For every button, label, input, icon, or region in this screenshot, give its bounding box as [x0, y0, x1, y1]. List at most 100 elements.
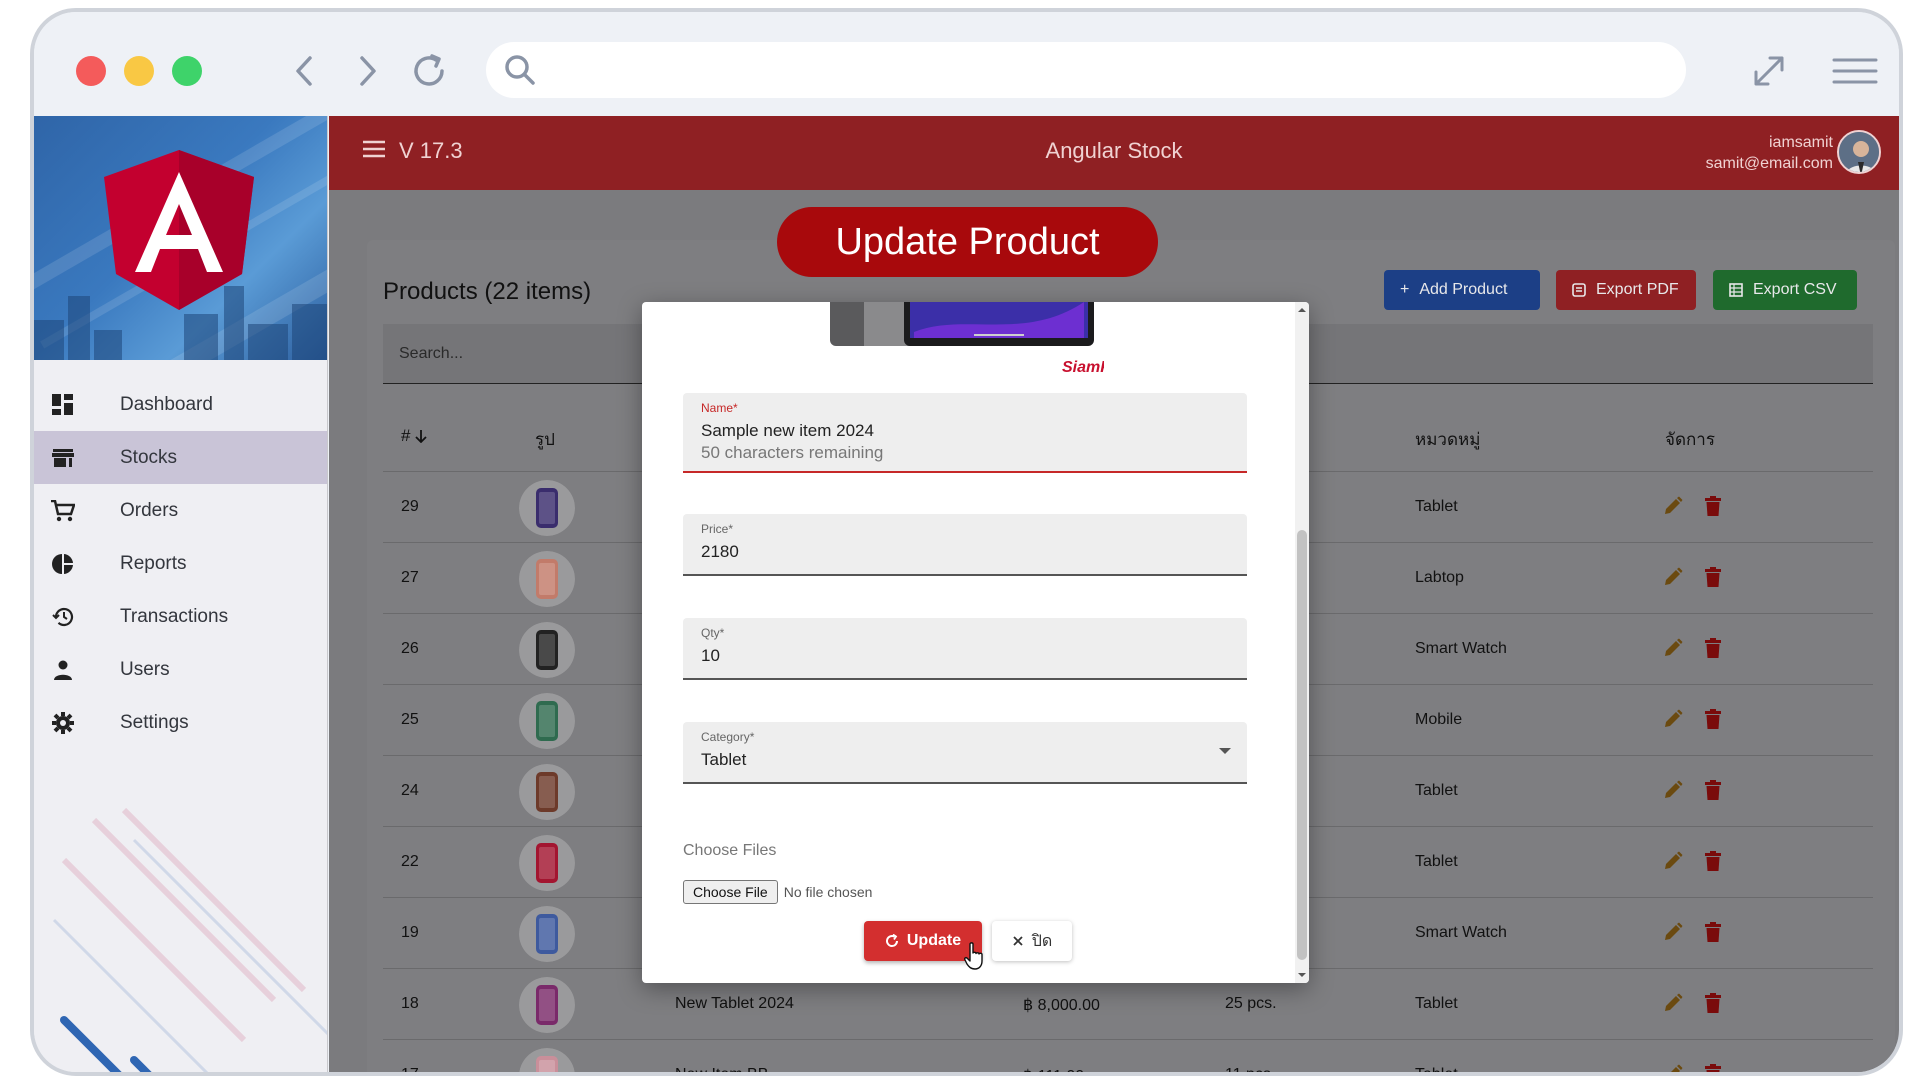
update-product-dialog: SiamPhone Name* Sample new item 2024 50 …	[642, 302, 1309, 983]
scroll-down-icon[interactable]	[1295, 969, 1309, 981]
sidebar-item-dashboard[interactable]: Dashboard	[34, 378, 327, 431]
avatar[interactable]	[1837, 130, 1881, 174]
row-id: 22	[401, 853, 419, 870]
product-thumbnail	[519, 1048, 575, 1072]
brand-logo-text: SiamPhone	[1062, 359, 1104, 376]
reload-icon[interactable]	[406, 48, 452, 94]
hand-cursor-icon	[964, 942, 983, 970]
price-label: Price*	[701, 522, 734, 536]
edit-icon[interactable]	[1663, 780, 1683, 805]
product-category: Mobile	[1415, 711, 1463, 728]
sidebar-item-label: Dashboard	[120, 393, 213, 415]
category-select[interactable]: Category* Tablet	[683, 722, 1247, 784]
minimize-window-button[interactable]	[124, 56, 154, 86]
row-id: 27	[401, 569, 419, 586]
price-field[interactable]: Price* 2180	[683, 514, 1247, 576]
product-name: New Tablet 2024	[675, 995, 794, 1012]
refresh-icon	[885, 934, 898, 947]
file-input: Choose File No file chosen	[683, 880, 872, 904]
update-product-title: Update Product	[777, 207, 1158, 277]
close-button[interactable]: ปิด	[992, 921, 1072, 961]
edit-icon[interactable]	[1663, 567, 1683, 592]
store-icon	[50, 445, 76, 471]
delete-icon[interactable]	[1705, 993, 1721, 1018]
add-product-button[interactable]: + Add Product	[1384, 270, 1540, 310]
edit-icon[interactable]	[1663, 638, 1683, 663]
scrollbar-thumb[interactable]	[1297, 530, 1307, 960]
choose-files-label: Choose Files	[683, 842, 777, 859]
qty-field[interactable]: Qty* 10	[683, 618, 1247, 680]
browser-toolbar	[34, 12, 1899, 116]
edit-icon[interactable]	[1663, 922, 1683, 947]
product-thumbnail	[519, 764, 575, 820]
row-id: 17	[401, 1066, 419, 1076]
browser-menu-icon[interactable]	[1832, 48, 1878, 94]
maximize-window-button[interactable]	[172, 56, 202, 86]
choose-file-button[interactable]: Choose File	[683, 880, 778, 904]
sidebar: Dashboard Stocks Orders Reports Transact…	[34, 116, 328, 1072]
delete-icon[interactable]	[1705, 1064, 1721, 1072]
arrow-down-icon	[415, 430, 427, 444]
close-window-button[interactable]	[76, 56, 106, 86]
chevron-down-icon	[1219, 748, 1231, 754]
row-id: 18	[401, 995, 419, 1012]
sidebar-item-reports[interactable]: Reports	[34, 537, 327, 590]
row-id: 24	[401, 782, 419, 799]
delete-icon[interactable]	[1705, 922, 1721, 947]
edit-icon[interactable]	[1663, 851, 1683, 876]
expand-icon[interactable]	[1746, 48, 1792, 94]
row-id: 19	[401, 924, 419, 941]
product-category: Tablet	[1415, 995, 1458, 1012]
export-pdf-button[interactable]: Export PDF	[1556, 270, 1696, 310]
product-qty: 11 pcs.	[1225, 1066, 1276, 1076]
page-title: Products (22 items)	[383, 278, 592, 305]
sidebar-item-settings[interactable]: Settings	[34, 696, 327, 749]
person-icon	[50, 657, 76, 683]
username: iamsamit	[1768, 134, 1833, 151]
forward-icon[interactable]	[344, 48, 390, 94]
product-thumbnail	[519, 480, 575, 536]
edit-icon[interactable]	[1663, 1064, 1683, 1072]
address-bar[interactable]	[486, 42, 1686, 98]
edit-icon[interactable]	[1663, 709, 1683, 734]
export-csv-button[interactable]: Export CSV	[1713, 270, 1857, 310]
product-category: Tablet	[1415, 853, 1458, 870]
back-icon[interactable]	[282, 48, 328, 94]
scroll-up-icon[interactable]	[1295, 304, 1309, 316]
column-header-id[interactable]: #	[401, 426, 427, 446]
name-field[interactable]: Name* Sample new item 2024 50 characters…	[683, 393, 1247, 473]
name-label: Name*	[701, 401, 738, 415]
edit-icon[interactable]	[1663, 993, 1683, 1018]
user-email: samit@email.com	[1705, 155, 1833, 172]
delete-icon[interactable]	[1705, 567, 1721, 592]
modal-scrollbar[interactable]	[1295, 302, 1309, 983]
delete-icon[interactable]	[1705, 709, 1721, 734]
edit-icon[interactable]	[1663, 496, 1683, 521]
qty-value[interactable]: 10	[701, 646, 720, 666]
product-thumbnail	[519, 622, 575, 678]
delete-icon[interactable]	[1705, 851, 1721, 876]
table-row: 17 New Item BB ฿ 111.00 11 pcs. Tablet	[383, 1040, 1873, 1076]
sidebar-item-label: Settings	[120, 711, 189, 733]
delete-icon[interactable]	[1705, 496, 1721, 521]
user-info[interactable]: iamsamit samit@email.com	[1706, 132, 1833, 174]
category-value: Tablet	[701, 750, 747, 769]
plus-icon: +	[1400, 281, 1410, 298]
product-thumbnail	[519, 693, 575, 749]
cart-icon	[50, 498, 76, 524]
product-category: Smart Watch	[1415, 640, 1507, 657]
sidebar-item-orders[interactable]: Orders	[34, 484, 327, 537]
sidebar-item-stocks[interactable]: Stocks	[34, 431, 327, 484]
sidebar-banner	[34, 116, 327, 360]
app-toolbar: V 17.3 Angular Stock iamsamit samit@emai…	[329, 116, 1899, 190]
row-id: 26	[401, 640, 419, 657]
price-value[interactable]: 2180	[701, 542, 739, 562]
sidebar-item-transactions[interactable]: Transactions	[34, 590, 327, 643]
delete-icon[interactable]	[1705, 638, 1721, 663]
sidebar-item-users[interactable]: Users	[34, 643, 327, 696]
delete-icon[interactable]	[1705, 780, 1721, 805]
name-value[interactable]: Sample new item 2024	[701, 421, 874, 441]
product-price: ฿ 111.00	[1023, 1066, 1084, 1072]
sidebar-item-label: Orders	[120, 499, 179, 521]
product-thumbnail	[519, 551, 575, 607]
